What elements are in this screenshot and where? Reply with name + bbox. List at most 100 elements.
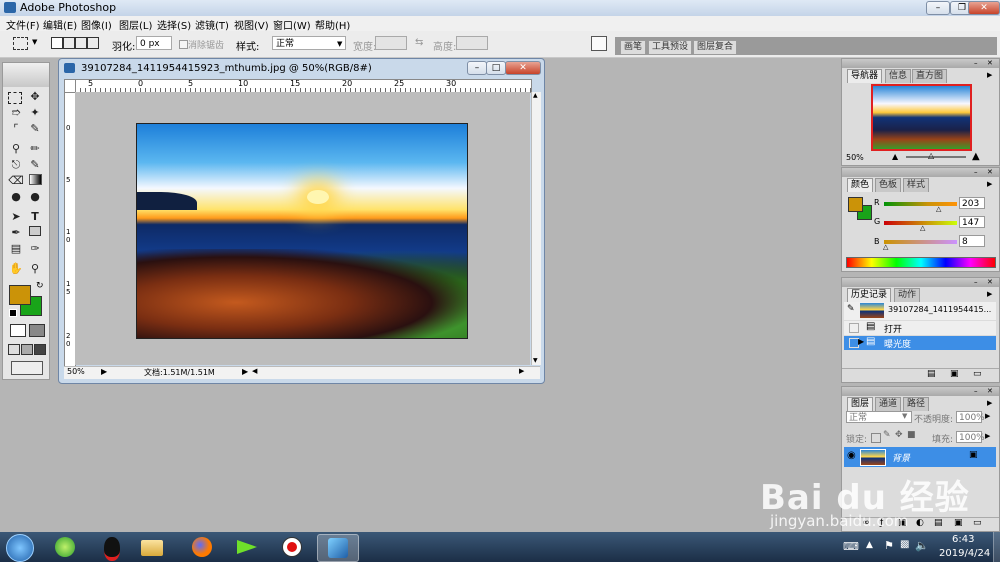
zoom-tool-icon[interactable]: ⚲ xyxy=(27,262,43,276)
gradient-tool-icon[interactable] xyxy=(27,174,43,188)
horizontal-ruler[interactable]: 5 0 5 10 15 20 25 30 xyxy=(75,79,532,93)
eyedropper-tool-icon[interactable]: ✑ xyxy=(27,242,43,256)
panel-close-icon[interactable]: ✕ xyxy=(987,387,993,395)
zoom-slider[interactable] xyxy=(906,156,966,158)
layer-row[interactable]: ◉ 背景 ▣ xyxy=(844,447,996,467)
tab-info[interactable]: 信息 xyxy=(885,69,912,83)
new-selection-icon[interactable] xyxy=(51,37,63,49)
tab-swatches[interactable]: 色板 xyxy=(875,178,902,192)
flag-icon[interactable]: ⚑ xyxy=(884,539,894,552)
vertical-scrollbar[interactable]: ▲ ▼ xyxy=(531,92,541,365)
magic-wand-tool-icon[interactable]: ✦ xyxy=(27,106,43,120)
panel-minimize-icon[interactable]: – xyxy=(974,278,978,286)
taskbar-file-explorer[interactable] xyxy=(132,534,172,560)
lock-position-icon[interactable]: ✥ xyxy=(895,430,903,440)
color-ramp[interactable] xyxy=(846,257,996,268)
tab-channels[interactable]: 通道 xyxy=(875,397,902,411)
eye-visibility-icon[interactable]: ◉ xyxy=(847,450,856,461)
history-item[interactable]: ▤ 打开 xyxy=(844,321,996,335)
chevron-right-icon[interactable]: ▶ xyxy=(985,432,990,440)
history-item-selected[interactable]: ▶ ▤ 曝光度 xyxy=(844,336,996,350)
menu-edit[interactable]: 编辑(E) xyxy=(43,17,77,32)
hand-tool-icon[interactable]: ✋ xyxy=(8,262,24,276)
tab-layers[interactable]: 图层 xyxy=(847,397,874,411)
lock-transparency-icon[interactable] xyxy=(871,433,881,443)
zoom-out-icon[interactable]: ▲ xyxy=(892,152,898,161)
tab-color[interactable]: 颜色 xyxy=(847,178,874,192)
jump-to-imageready-icon[interactable] xyxy=(11,361,43,375)
zoom-slider-thumb[interactable]: △ xyxy=(928,151,934,160)
taskbar-recorder[interactable] xyxy=(272,534,312,560)
menu-image[interactable]: 图像(I) xyxy=(81,17,112,32)
clock-date[interactable]: 2019/4/24 xyxy=(939,548,990,559)
trash-icon[interactable]: ▭ xyxy=(973,518,982,528)
slice-tool-icon[interactable]: ✎ xyxy=(27,122,43,136)
doc-maximize-button[interactable]: □ xyxy=(486,61,506,75)
color-fg-swatch[interactable] xyxy=(848,197,863,212)
g-value-input[interactable]: 147 xyxy=(959,216,985,228)
screen-mode-standard-icon[interactable] xyxy=(8,344,20,355)
panel-close-icon[interactable]: ✕ xyxy=(987,168,993,176)
clone-stamp-tool-icon[interactable]: ⎋ xyxy=(8,158,24,172)
tab-history[interactable]: 历史记录 xyxy=(847,288,892,302)
lock-all-icon[interactable]: ■ xyxy=(907,430,916,440)
history-state-checkbox[interactable] xyxy=(849,323,859,333)
panel-menu-icon[interactable]: ▶ xyxy=(987,399,992,407)
style-select[interactable]: 正常 xyxy=(272,36,346,50)
menu-layer[interactable]: 图层(L) xyxy=(119,17,152,32)
taskbar-firefox[interactable] xyxy=(182,534,222,560)
menu-view[interactable]: 视图(V) xyxy=(234,17,269,32)
lasso-tool-icon[interactable]: ➱ xyxy=(8,106,24,120)
shape-tool-icon[interactable] xyxy=(27,226,43,240)
screen-mode-full-menu-icon[interactable] xyxy=(21,344,33,355)
screen-mode-full-icon[interactable] xyxy=(34,344,46,355)
move-tool-icon[interactable]: ✥ xyxy=(27,90,43,104)
tab-navigator[interactable]: 导航器 xyxy=(847,69,883,83)
scroll-down-icon[interactable]: ▼ xyxy=(533,357,538,364)
notes-tool-icon[interactable]: ▤ xyxy=(8,242,24,256)
taskbar-browser-360[interactable] xyxy=(45,534,85,560)
b-slider-track[interactable] xyxy=(884,240,957,244)
brush-tool-icon[interactable]: ✏ xyxy=(27,142,43,156)
crop-tool-icon[interactable]: ⌜ xyxy=(8,122,24,136)
standard-mode-icon[interactable] xyxy=(10,324,26,337)
menu-select[interactable]: 选择(S) xyxy=(157,17,191,32)
panel-minimize-icon[interactable]: – xyxy=(974,59,978,67)
tray-expand-icon[interactable]: ▲ xyxy=(866,540,873,550)
marquee-tool-preset-icon[interactable] xyxy=(13,37,28,50)
file-browser-icon[interactable] xyxy=(591,36,607,51)
taskbar-photoshop[interactable] xyxy=(317,534,359,562)
zoom-level[interactable]: 50% xyxy=(67,367,85,376)
canvas-area[interactable] xyxy=(75,92,530,365)
tab-paths[interactable]: 路径 xyxy=(903,397,930,411)
b-value-input[interactable]: 8 xyxy=(959,235,985,247)
feather-input[interactable]: 0 px xyxy=(136,36,172,50)
history-brush-source-icon[interactable]: ✎ xyxy=(847,304,855,314)
navigator-zoom[interactable]: 50% xyxy=(846,153,864,162)
r-value-input[interactable]: 203 xyxy=(959,197,985,209)
g-slider-thumb[interactable]: △ xyxy=(920,224,925,232)
trash-icon[interactable]: ▭ xyxy=(973,369,982,379)
rect-marquee-tool-icon[interactable] xyxy=(8,92,22,104)
clock-time[interactable]: 6:43 xyxy=(952,534,974,545)
menu-file[interactable]: 文件(F) xyxy=(6,17,40,32)
add-selection-icon[interactable] xyxy=(63,37,75,49)
menu-help[interactable]: 帮助(H) xyxy=(315,17,350,32)
panel-close-icon[interactable]: ✕ xyxy=(987,59,993,67)
b-slider-thumb[interactable]: △ xyxy=(883,243,888,251)
panel-menu-icon[interactable]: ▶ xyxy=(987,180,992,188)
subtract-selection-icon[interactable] xyxy=(75,37,87,49)
tab-styles[interactable]: 样式 xyxy=(903,178,930,192)
start-button[interactable] xyxy=(6,534,34,562)
tab-actions[interactable]: 动作 xyxy=(894,288,921,302)
zoom-in-icon[interactable]: ▲ xyxy=(972,151,980,162)
lock-image-icon[interactable]: ✎ xyxy=(883,430,891,440)
intersect-selection-icon[interactable] xyxy=(87,37,99,49)
scroll-up-icon[interactable]: ▲ xyxy=(533,92,538,99)
taskbar-media-app[interactable] xyxy=(227,534,267,560)
volume-icon[interactable]: 🔈 xyxy=(915,539,929,552)
pen-tool-icon[interactable]: ✒ xyxy=(8,226,24,240)
foreground-color-swatch[interactable] xyxy=(9,285,31,305)
doc-close-button[interactable]: ✕ xyxy=(505,61,541,75)
default-colors-icon[interactable] xyxy=(9,309,17,317)
